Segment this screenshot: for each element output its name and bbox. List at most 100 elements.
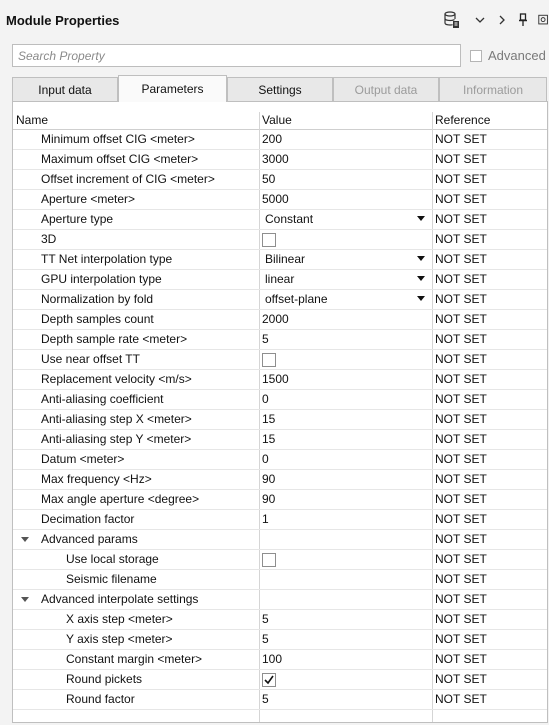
reference-value[interactable]: NOT SET [435, 350, 487, 370]
value-field[interactable]: 200 [262, 130, 282, 150]
reference-value[interactable]: NOT SET [435, 150, 487, 170]
value-field[interactable]: 100 [262, 650, 282, 670]
property-row[interactable]: Anti-aliasing step X <meter> 15 NOT SET [13, 410, 547, 430]
dropdown-arrow-icon[interactable] [417, 296, 425, 301]
value-field[interactable]: 90 [262, 470, 275, 490]
reference-value[interactable]: NOT SET [435, 130, 487, 150]
value-field[interactable]: 5 [262, 610, 269, 630]
reference-value[interactable]: NOT SET [435, 450, 487, 470]
dropdown-arrow-icon[interactable] [417, 256, 425, 261]
value-dropdown[interactable]: offset-plane [265, 290, 328, 310]
property-row[interactable]: Aperture <meter> 5000 NOT SET [13, 190, 547, 210]
value-field[interactable]: 3000 [262, 150, 289, 170]
database-settings-icon[interactable] [443, 10, 461, 30]
property-row[interactable]: GPU interpolation type linear NOT SET [13, 270, 547, 290]
property-row[interactable]: Depth samples count 2000 NOT SET [13, 310, 547, 330]
value-field[interactable]: 5000 [262, 190, 289, 210]
property-row[interactable]: Depth sample rate <meter> 5 NOT SET [13, 330, 547, 350]
dropdown-arrow-icon[interactable] [417, 216, 425, 221]
reference-value[interactable]: NOT SET [435, 670, 487, 690]
property-row[interactable]: Constant margin <meter> 100 NOT SET [13, 650, 547, 670]
reference-value[interactable]: NOT SET [435, 310, 487, 330]
property-row[interactable]: Offset increment of CIG <meter> 50 NOT SET [13, 170, 547, 190]
value-field[interactable]: 5 [262, 330, 269, 350]
value-field[interactable]: 50 [262, 170, 275, 190]
reference-value[interactable]: NOT SET [435, 630, 487, 650]
property-row[interactable]: Anti-aliasing step Y <meter> 15 NOT SET [13, 430, 547, 450]
value-field[interactable]: 90 [262, 490, 275, 510]
property-row[interactable]: Seismic filename NOT SET [13, 570, 547, 590]
reference-value[interactable]: NOT SET [435, 610, 487, 630]
reference-value[interactable]: NOT SET [435, 390, 487, 410]
advanced-toggle[interactable]: Advanced [470, 48, 546, 63]
column-header-name[interactable]: Name [13, 112, 259, 129]
property-row[interactable]: Normalization by fold offset-plane NOT SET [13, 290, 547, 310]
reference-value[interactable]: NOT SET [435, 590, 487, 610]
reference-value[interactable]: NOT SET [435, 490, 487, 510]
reference-value[interactable]: NOT SET [435, 190, 487, 210]
property-row[interactable]: Max frequency <Hz> 90 NOT SET [13, 470, 547, 490]
reference-value[interactable]: NOT SET [435, 690, 487, 710]
expand-arrow-icon[interactable] [21, 537, 29, 542]
reference-value[interactable]: NOT SET [435, 410, 487, 430]
pin-icon[interactable] [517, 10, 529, 30]
property-row[interactable]: Y axis step <meter> 5 NOT SET [13, 630, 547, 650]
value-dropdown[interactable]: Bilinear [265, 250, 305, 270]
property-row[interactable]: 3D NOT SET [13, 230, 547, 250]
property-row[interactable]: TT Net interpolation type Bilinear NOT SET [13, 250, 547, 270]
property-row[interactable]: Aperture type Constant NOT SET [13, 210, 547, 230]
reference-value[interactable]: NOT SET [435, 170, 487, 190]
value-field[interactable]: 15 [262, 410, 275, 430]
reference-value[interactable]: NOT SET [435, 230, 487, 250]
float-window-icon[interactable] [538, 10, 549, 30]
value-field[interactable]: 0 [262, 450, 269, 470]
chevron-right-icon[interactable] [497, 10, 507, 30]
property-row[interactable]: Anti-aliasing coefficient 0 NOT SET [13, 390, 547, 410]
value-field[interactable]: 5 [262, 690, 269, 710]
value-field[interactable]: 0 [262, 390, 269, 410]
value-checkbox[interactable] [262, 673, 276, 687]
property-row[interactable]: Use near offset TT NOT SET [13, 350, 547, 370]
value-checkbox[interactable] [262, 553, 276, 567]
column-header-reference[interactable]: Reference [432, 112, 547, 129]
property-row[interactable]: Decimation factor 1 NOT SET [13, 510, 547, 530]
group-row[interactable]: Advanced params NOT SET [13, 530, 547, 550]
reference-value[interactable]: NOT SET [435, 290, 487, 310]
property-row[interactable]: Round pickets NOT SET [13, 670, 547, 690]
reference-value[interactable]: NOT SET [435, 370, 487, 390]
reference-value[interactable]: NOT SET [435, 510, 487, 530]
reference-value[interactable]: NOT SET [435, 430, 487, 450]
value-field[interactable]: 1500 [262, 370, 289, 390]
reference-value[interactable]: NOT SET [435, 330, 487, 350]
property-row[interactable]: Replacement velocity <m/s> 1500 NOT SET [13, 370, 547, 390]
group-row[interactable]: Advanced interpolate settings NOT SET [13, 590, 547, 610]
property-row[interactable]: Use local storage NOT SET [13, 550, 547, 570]
chevron-down-icon[interactable] [474, 10, 486, 30]
reference-value[interactable]: NOT SET [435, 650, 487, 670]
reference-value[interactable]: NOT SET [435, 570, 487, 590]
value-field[interactable]: 1 [262, 510, 269, 530]
column-header-value[interactable]: Value [259, 112, 432, 129]
value-field[interactable]: 5 [262, 630, 269, 650]
reference-value[interactable]: NOT SET [435, 470, 487, 490]
tab-input-data[interactable]: Input data [12, 77, 118, 102]
dropdown-arrow-icon[interactable] [417, 276, 425, 281]
property-row[interactable]: Max angle aperture <degree> 90 NOT SET [13, 490, 547, 510]
advanced-checkbox[interactable] [470, 49, 482, 62]
value-field[interactable]: 15 [262, 430, 275, 450]
property-row[interactable]: Maximum offset CIG <meter> 3000 NOT SET [13, 150, 547, 170]
property-row[interactable]: Minimum offset CIG <meter> 200 NOT SET [13, 130, 547, 150]
reference-value[interactable]: NOT SET [435, 270, 487, 290]
reference-value[interactable]: NOT SET [435, 550, 487, 570]
expand-arrow-icon[interactable] [21, 597, 29, 602]
reference-value[interactable]: NOT SET [435, 210, 487, 230]
value-dropdown[interactable]: Constant [265, 210, 313, 230]
property-row[interactable]: Datum <meter> 0 NOT SET [13, 450, 547, 470]
search-input[interactable]: Search Property [12, 44, 461, 67]
tab-parameters[interactable]: Parameters [118, 75, 227, 102]
property-row[interactable]: X axis step <meter> 5 NOT SET [13, 610, 547, 630]
reference-value[interactable]: NOT SET [435, 530, 487, 550]
property-row[interactable]: Round factor 5 NOT SET [13, 690, 547, 710]
value-field[interactable]: 2000 [262, 310, 289, 330]
value-dropdown[interactable]: linear [265, 270, 294, 290]
